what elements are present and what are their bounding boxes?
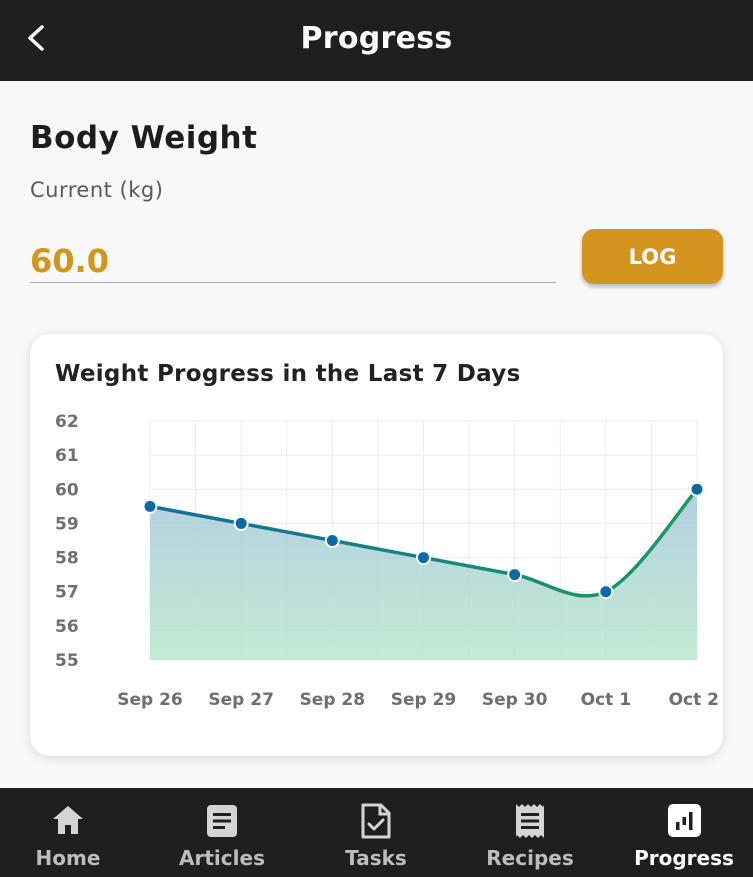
y-tick-label: 55 <box>55 651 79 671</box>
nav-label-home: Home <box>35 846 101 870</box>
nav-label-articles: Articles <box>179 846 265 870</box>
progress-chart-icon <box>668 804 701 837</box>
x-tick-label: Sep 30 <box>482 690 548 710</box>
articles-icon <box>207 805 237 837</box>
bottom-navigation: Home Articles Tasks Recipes Progress <box>0 788 753 877</box>
y-tick-label: 57 <box>55 583 79 603</box>
page-title: Progress <box>300 21 453 56</box>
y-tick-label: 60 <box>55 480 79 500</box>
app-header: Progress <box>0 0 753 81</box>
nav-label-progress: Progress <box>634 846 734 870</box>
x-tick-label: Oct 2 <box>669 690 719 710</box>
weight-chart-card: Weight Progress in the Last 7 Days 62 61 6… <box>30 334 723 756</box>
log-button[interactable]: LOG <box>582 229 723 284</box>
y-tick-label: 58 <box>55 549 79 569</box>
y-tick-label: 59 <box>55 514 79 534</box>
y-tick-label: 56 <box>55 617 79 637</box>
x-tick-label: Sep 26 <box>117 690 183 710</box>
x-tick-label: Sep 27 <box>208 690 274 710</box>
chart-point-sep-27 <box>233 515 249 531</box>
nav-item-articles[interactable]: Articles <box>147 788 297 877</box>
body-weight-heading: Body Weight <box>30 120 258 156</box>
nav-item-recipes[interactable]: Recipes <box>455 788 605 877</box>
nav-item-progress[interactable]: Progress <box>609 788 753 877</box>
x-tick-label: Sep 29 <box>391 690 457 710</box>
current-weight-label: Current (kg) <box>30 178 164 202</box>
nav-label-recipes: Recipes <box>486 846 574 870</box>
tasks-icon <box>361 803 391 839</box>
chart-point-sep-28 <box>324 533 340 548</box>
nav-item-tasks[interactable]: Tasks <box>301 788 451 877</box>
x-tick-label: Sep 28 <box>300 690 366 710</box>
current-weight-input[interactable] <box>30 240 556 283</box>
chart-point-sep-30 <box>507 567 523 583</box>
nav-label-tasks: Tasks <box>345 846 407 870</box>
chart-point-sep-29 <box>416 550 431 566</box>
x-tick-label: Oct 1 <box>581 690 631 710</box>
chart-point-sep-26 <box>142 498 158 514</box>
recipes-icon <box>516 804 544 838</box>
home-icon <box>53 806 83 834</box>
chart-point-oct-1 <box>598 584 614 600</box>
y-tick-label: 62 <box>55 412 79 432</box>
y-tick-label: 61 <box>55 446 79 466</box>
nav-item-home[interactable]: Home <box>0 788 143 877</box>
weight-line-chart: 62 61 60 59 58 57 56 55 Sep 26 Sep 27 Sep 28 Sep 29… <box>55 412 719 710</box>
chart-point-oct-2 <box>689 481 705 497</box>
